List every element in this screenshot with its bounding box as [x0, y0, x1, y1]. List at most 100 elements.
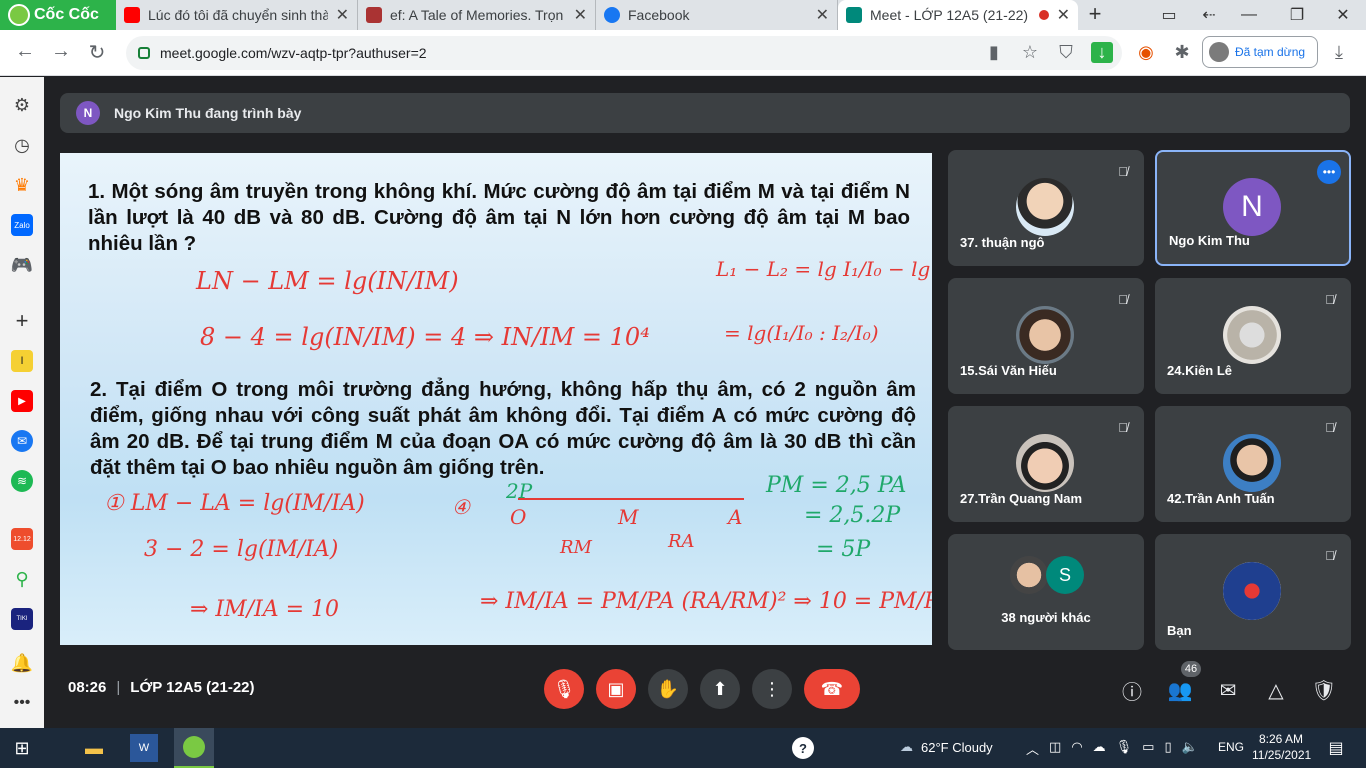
gear-icon[interactable]: ⚙	[11, 94, 33, 116]
gamepad-icon[interactable]: 🎮	[11, 254, 33, 276]
participant-tile[interactable]: ••• N Ngo Kim Thu	[1155, 150, 1351, 266]
downloads-icon[interactable]: ⤓	[1328, 42, 1350, 63]
info-icon[interactable]: ⓘ	[1119, 677, 1145, 704]
facebook-icon	[604, 7, 620, 23]
coccoc-icon[interactable]: ⚲	[11, 568, 33, 590]
shopee-icon[interactable]: 12.12	[11, 528, 33, 550]
handwriting-line: ⇒ IM/IA = PM/PA (RA/RM)² ⇒ 10 = PM/PA . …	[480, 589, 932, 614]
more-options-icon[interactable]: •••	[1317, 160, 1341, 184]
close-icon[interactable]: ✕	[1057, 5, 1070, 25]
messenger-icon[interactable]: ✉	[11, 430, 33, 452]
more-options-button[interactable]: ⋮	[752, 669, 792, 709]
close-icon[interactable]: ✕	[816, 5, 829, 25]
shield-icon[interactable]: ⛉	[1055, 42, 1077, 63]
help-icon[interactable]: ?	[792, 737, 814, 759]
mic-off-icon: 🎙̸	[1325, 291, 1335, 307]
youtube-icon[interactable]: ▶	[11, 390, 33, 412]
new-tab-button[interactable]: +	[1078, 0, 1112, 30]
close-window-button[interactable]: ✕	[1320, 0, 1366, 30]
participant-tile[interactable]: 🎙̸ 37. thuận ngô	[948, 150, 1144, 266]
camera-toggle-button[interactable]: ▣	[596, 669, 636, 709]
participant-tile[interactable]: S 38 người khác	[948, 534, 1144, 650]
raise-hand-button[interactable]: ✋	[648, 669, 688, 709]
people-icon[interactable]: 👥	[1167, 677, 1193, 703]
clock[interactable]: 8:26 AM 11/25/2021	[1252, 731, 1311, 763]
url-field[interactable]: meet.google.com/wzv-aqtp-tpr?authuser=2	[126, 36, 1122, 70]
tiki-icon[interactable]: TIKI	[11, 608, 33, 630]
brand-label: Cốc Cốc	[34, 6, 99, 23]
participant-tile[interactable]: 🎙̸ Bạn	[1155, 534, 1351, 650]
tab-youtube[interactable]: Lúc đó tôi đã chuyển sinh thà ✕	[116, 0, 358, 30]
back-button[interactable]: ←	[12, 40, 38, 63]
shared-screen: 1. Một sóng âm truyền trong không khí. M…	[60, 153, 932, 645]
tab-title: Lúc đó tôi đã chuyển sinh thà	[148, 7, 328, 23]
participant-tile[interactable]: 🎙̸ 15.Sái Văn Hiếu	[948, 278, 1144, 394]
word-icon[interactable]: W	[130, 734, 158, 762]
star-icon[interactable]: ☆	[1019, 42, 1041, 63]
reload-button[interactable]: ↻	[84, 40, 110, 65]
participant-tile[interactable]: 🎙̸ 42.Trần Anh Tuấn	[1155, 406, 1351, 522]
add-icon[interactable]: +	[11, 308, 33, 333]
battery-icon[interactable]: ▯	[1164, 739, 1171, 758]
crown-icon[interactable]: ♛	[11, 174, 33, 196]
spotify-icon[interactable]: ≋	[11, 470, 33, 492]
profile-label: Đã tạm dừng	[1235, 45, 1306, 59]
more-icon[interactable]: •••	[11, 692, 33, 714]
bell-icon[interactable]: 🔔	[11, 652, 33, 674]
forward-button[interactable]: →	[48, 40, 74, 63]
notes-icon[interactable]: I	[11, 350, 33, 372]
handwriting-line: 8 − 4 = lg(IN/IM) = 4 ⇒ IN/IM = 10⁴	[200, 323, 650, 351]
handwriting-line: = 5P	[816, 537, 871, 562]
participant-tile[interactable]: 🎙̸ 27.Trần Quang Nam	[948, 406, 1144, 522]
present-button[interactable]: ⬆	[700, 669, 740, 709]
participant-name: Bạn	[1167, 623, 1192, 638]
download-ext-icon[interactable]: ↓	[1091, 42, 1113, 63]
cloud-sync-icon[interactable]: ☁	[1093, 739, 1106, 758]
browser-sidebar: ⚙ ◷ ♛ Zalo 🎮 + I ▶ ✉ ≋ 12.12 ⚲ TIKI 🔔 ••…	[0, 77, 44, 728]
tab-ef[interactable]: ef: A Tale of Memories. Trọn b ✕	[358, 0, 596, 30]
avatar	[1016, 306, 1074, 364]
youtube-icon	[124, 7, 140, 23]
extension-circle-icon[interactable]: ◉	[1135, 42, 1157, 63]
weather-text[interactable]: 62°F Cloudy	[921, 740, 993, 755]
coccoc-brand[interactable]: Cốc Cốc	[0, 0, 116, 30]
display-icon[interactable]: ▭	[1142, 739, 1154, 758]
chat-icon[interactable]: ✉	[1215, 677, 1241, 703]
zalo-icon[interactable]: Zalo	[11, 214, 33, 236]
camera-blocked-icon[interactable]: ▮	[983, 42, 1005, 63]
file-explorer-icon[interactable]: ▬	[80, 734, 108, 762]
participant-name: 37. thuận ngô	[960, 235, 1045, 250]
handwriting-line: M	[618, 505, 639, 529]
puzzle-icon[interactable]: ✱	[1171, 42, 1193, 63]
address-bar-row: ← → ↻ meet.google.com/wzv-aqtp-tpr?authu…	[0, 30, 1366, 76]
speaker-icon[interactable]: 🔈	[1182, 739, 1198, 758]
mic-toggle-button[interactable]: 🎙	[544, 669, 584, 709]
tab-meet[interactable]: Meet - LỚP 12A5 (21-22) ✕	[838, 0, 1078, 30]
handwriting-line: PM = 2,5 PA	[766, 473, 907, 498]
minimize-button[interactable]: —	[1226, 0, 1272, 30]
close-icon[interactable]: ✕	[574, 5, 587, 25]
tab-facebook[interactable]: Facebook ✕	[596, 0, 838, 30]
chevron-up-icon[interactable]: ︿	[1026, 739, 1039, 758]
wifi-icon[interactable]: ◠	[1071, 739, 1082, 758]
coccoc-taskbar-icon[interactable]	[174, 728, 214, 768]
participant-tile[interactable]: 🎙̸ 24.Kiên Lê	[1155, 278, 1351, 394]
tab-title: ef: A Tale of Memories. Trọn b	[390, 7, 566, 23]
meet-now-icon[interactable]: ◫	[1049, 739, 1061, 758]
maximize-button[interactable]: ❐	[1274, 0, 1320, 30]
question-2: 2. Tại điểm O trong môi trường đẳng hướn…	[90, 378, 916, 479]
language-indicator[interactable]: ENG	[1218, 740, 1244, 754]
notifications-icon[interactable]: ▤	[1322, 734, 1350, 762]
history-icon[interactable]: ◷	[11, 134, 33, 156]
leave-call-button[interactable]: ☎	[804, 669, 860, 709]
activities-icon[interactable]: △	[1263, 677, 1289, 703]
recording-icon	[1038, 10, 1049, 20]
mic-icon[interactable]: 🎙	[1116, 739, 1133, 758]
participant-name: 15.Sái Văn Hiếu	[960, 363, 1057, 378]
host-controls-icon[interactable]: 🛡	[1311, 677, 1337, 703]
profile-button[interactable]: Đã tạm dừng	[1202, 36, 1318, 68]
question-1: 1. Một sóng âm truyền trong không khí. M…	[88, 180, 910, 255]
windows-start-icon[interactable]: ⊞	[8, 734, 36, 762]
close-icon[interactable]: ✕	[336, 5, 349, 25]
windows-taskbar: ⊞ ▬ W ? ☁ 62°F Cloudy ︿ ◫ ◠ ☁ 🎙 ▭ ▯ 🔈 EN…	[0, 728, 1366, 768]
